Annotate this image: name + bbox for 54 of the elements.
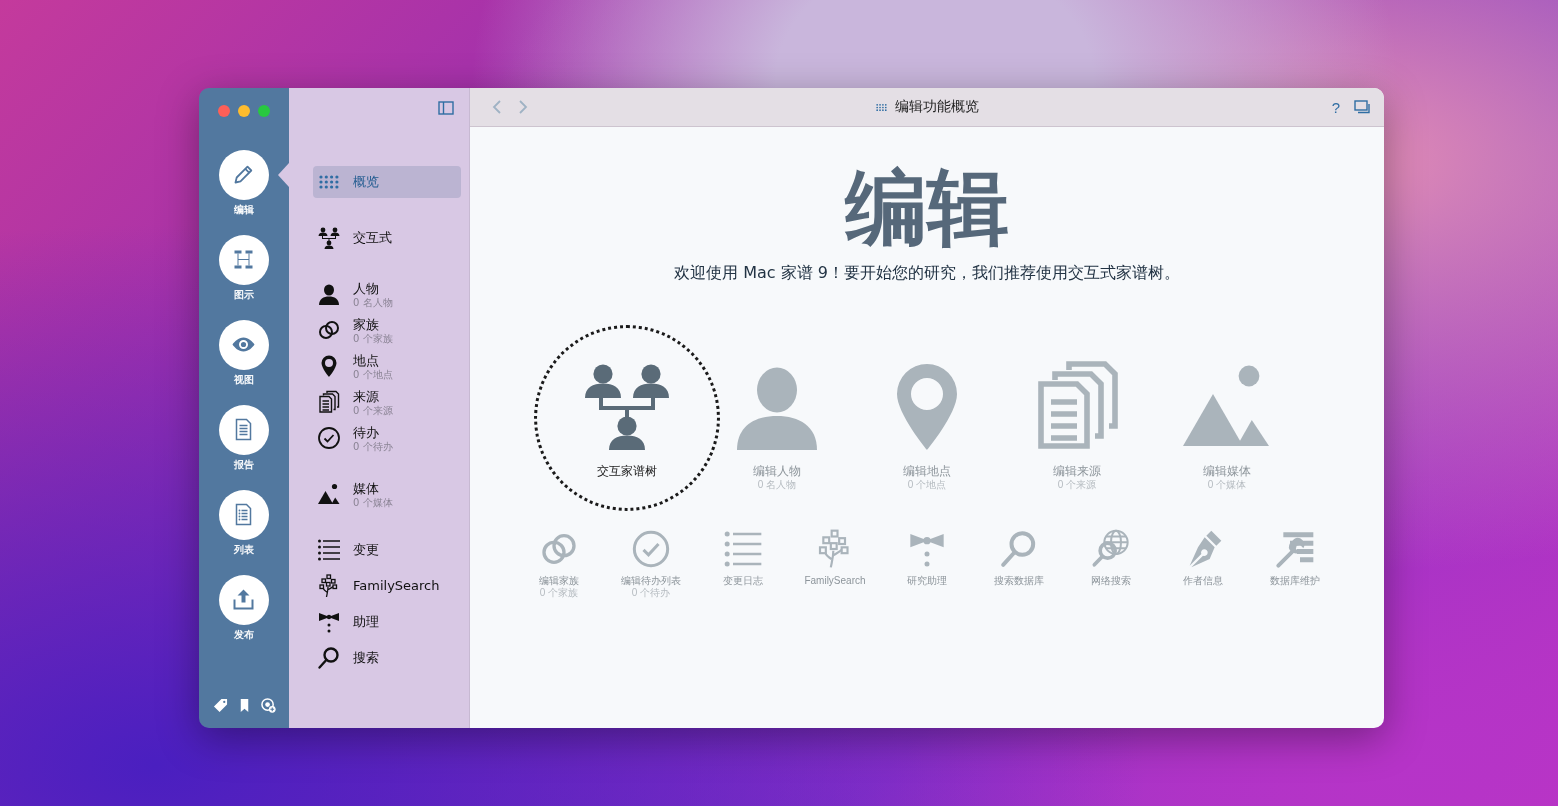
zoom-light[interactable]: [258, 105, 270, 117]
tool-button[interactable]: 变更日志: [697, 529, 789, 598]
document-icon: [219, 405, 269, 455]
rail-button[interactable]: 报告: [199, 405, 289, 472]
minimize-light[interactable]: [238, 105, 250, 117]
badge-add-icon[interactable]: [260, 698, 276, 713]
tool-button[interactable]: FamilySearch: [789, 529, 881, 598]
rail-button[interactable]: 视图: [199, 320, 289, 387]
tool-button[interactable]: 网络搜索: [1065, 529, 1157, 598]
sidebar-item[interactable]: 变更: [313, 534, 461, 566]
list-icon: [723, 529, 763, 569]
sidebar-item[interactable]: 媒体 0 个媒体: [313, 478, 461, 510]
list-document-icon: [219, 490, 269, 540]
checkmark-icon: [317, 426, 341, 450]
pencil-icon: [219, 150, 269, 200]
rail-button[interactable]: 列表: [199, 490, 289, 557]
tool-button[interactable]: 作者信息: [1157, 529, 1249, 598]
sidebar-item[interactable]: 概览: [313, 166, 461, 198]
tag-icon[interactable]: [212, 698, 228, 713]
sidebar-item[interactable]: 来源 0 个来源: [313, 386, 461, 418]
list-icon: [317, 538, 341, 562]
sidebar-item[interactable]: 地点 0 个地点: [313, 350, 461, 382]
wrench-icon: [1275, 529, 1315, 569]
sidebar-item[interactable]: 助理: [313, 606, 461, 638]
tool-button[interactable]: 研究助理: [881, 529, 973, 598]
bowtie-icon: [317, 610, 341, 634]
eye-icon: [219, 320, 269, 370]
welcome-text: 欢迎使用 Mac 家谱 9！要开始您的研究，我们推荐使用交互式家谱树。: [674, 263, 1180, 283]
tool-button[interactable]: 数据库维护: [1249, 529, 1341, 598]
page-heading: 编辑: [845, 163, 1009, 253]
person-icon: [317, 282, 341, 306]
sidebar-item[interactable]: 搜索: [313, 642, 461, 674]
help-button[interactable]: ?: [1331, 98, 1340, 116]
rail-button[interactable]: 发布: [199, 575, 289, 642]
rail-button[interactable]: 图示: [199, 235, 289, 302]
window-icon[interactable]: [1354, 100, 1370, 114]
sidebar-item[interactable]: 待办 0 个待办: [313, 422, 461, 454]
sidebar-icon[interactable]: [438, 101, 454, 115]
tool-button[interactable]: 搜索数据库: [973, 529, 1065, 598]
people-tree-icon: [317, 226, 341, 250]
diagram-icon: [219, 235, 269, 285]
checkmark-icon: [631, 529, 671, 569]
sidebar-item[interactable]: 交互式: [313, 222, 461, 254]
feature-button[interactable]: 交互家谱树: [534, 325, 720, 511]
sidebar-item[interactable]: FamilySearch: [313, 570, 461, 602]
upload-icon: [219, 575, 269, 625]
search-icon: [317, 646, 341, 670]
documents-icon: [317, 390, 341, 414]
globe-search-icon: [1091, 529, 1131, 569]
mountain-icon: [317, 482, 341, 506]
rings-icon: [317, 318, 341, 342]
window-title: 编辑功能概览: [895, 98, 979, 116]
sidebar-item[interactable]: 家族 0 个家族: [313, 314, 461, 346]
sidebar-item[interactable]: 人物 0 名人物: [313, 278, 461, 310]
